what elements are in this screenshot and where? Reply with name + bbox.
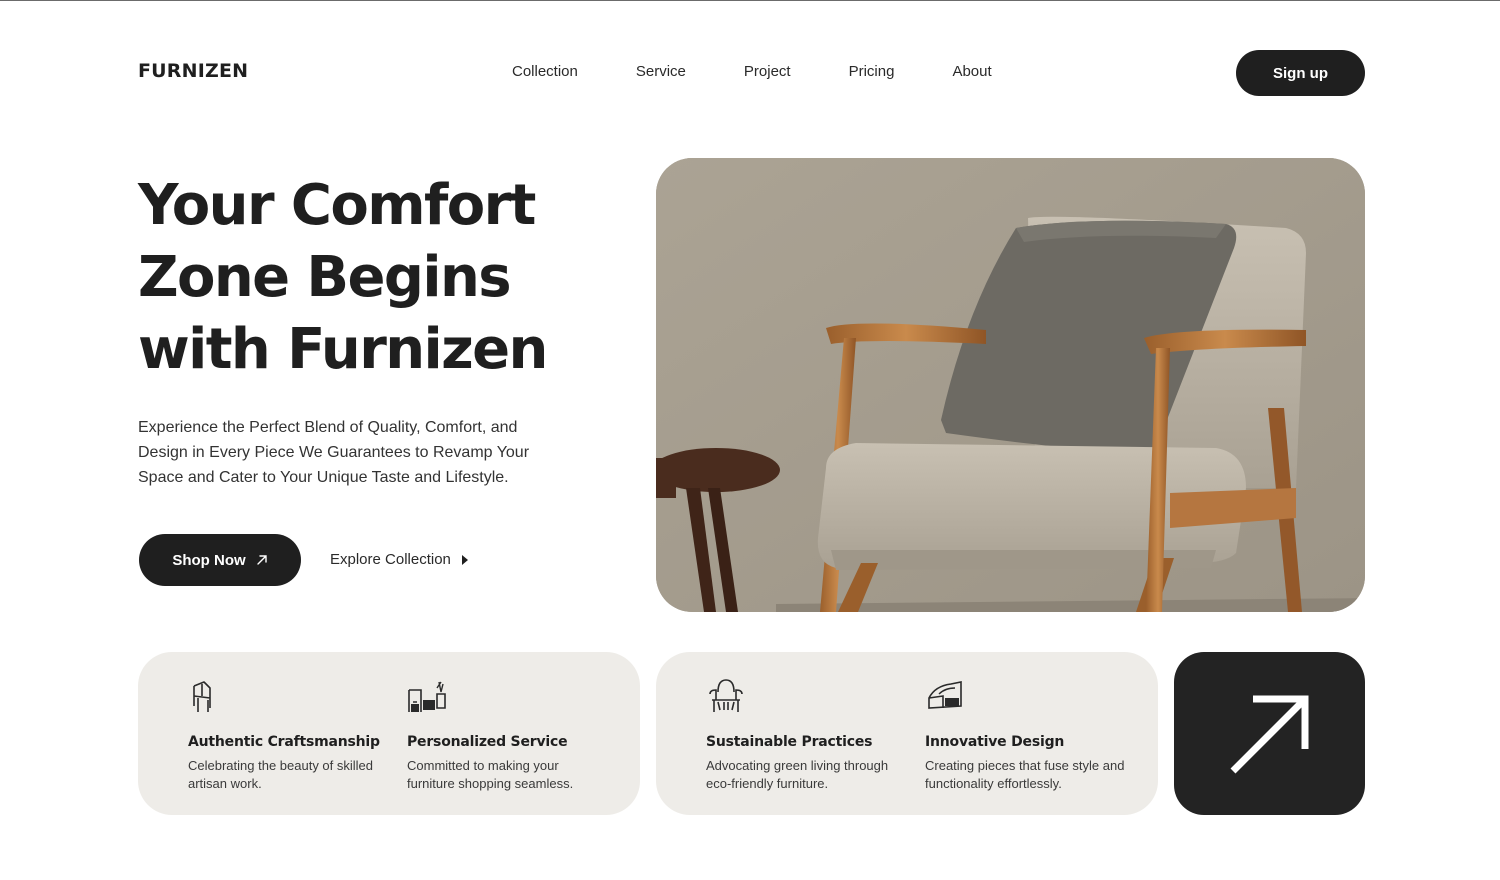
feature-description: Advocating green living through eco-frie… — [706, 758, 889, 791]
feature-description: Committed to making your furniture shopp… — [407, 758, 574, 791]
sofa-icon — [928, 681, 962, 709]
explore-collection-link[interactable]: Explore Collection — [330, 551, 469, 568]
nav-item-service[interactable]: Service — [636, 63, 686, 80]
nav-menu: Collection Service Project Pricing About — [512, 63, 992, 80]
nav-item-project[interactable]: Project — [744, 63, 791, 80]
chair-icon — [193, 681, 211, 712]
feature-description: Celebrating the beauty of skilled artisa… — [188, 758, 374, 791]
feature-title: Sustainable Practices — [706, 734, 873, 750]
shop-now-button[interactable]: Shop Now — [139, 534, 301, 586]
arrow-up-right-icon — [256, 555, 267, 565]
shop-now-label: Shop Now — [172, 551, 246, 569]
feature-title: Personalized Service — [407, 734, 568, 750]
feature-card: Sustainable Practices Advocating green l… — [656, 652, 1158, 815]
nav-item-collection[interactable]: Collection — [512, 63, 578, 80]
feature-title: Innovative Design — [925, 734, 1065, 750]
top-border — [0, 0, 1500, 1]
navbar: FURNIZEN Collection Service Project Pric… — [138, 50, 1365, 96]
feature-title: Authentic Craftsmanship — [188, 734, 380, 750]
hero-title-line: with Furnizen — [138, 317, 548, 382]
explore-collection-label: Explore Collection — [330, 551, 451, 568]
hero-title-line: Your Comfort — [138, 173, 536, 238]
hero-description: Experience the Perfect Blend of Quality,… — [138, 419, 530, 486]
arrow-up-right-icon — [1230, 695, 1308, 773]
armchair-icon — [709, 679, 743, 712]
brand-logo[interactable]: FURNIZEN — [138, 60, 248, 82]
hero-chair-image — [656, 158, 1365, 612]
arrow-tile-button[interactable] — [1174, 652, 1365, 815]
play-triangle-icon — [461, 554, 468, 565]
nav-item-about[interactable]: About — [952, 63, 991, 80]
hero-title-line: Zone Begins — [138, 245, 512, 310]
feature-description: Creating pieces that fuse style and func… — [925, 758, 1125, 791]
hero-title: Your Comfort Zone Begins with Furnizen — [138, 170, 618, 386]
feature-card: Authentic Craftsmanship Celebrating the … — [138, 652, 640, 815]
signup-button[interactable]: Sign up — [1236, 50, 1365, 96]
nav-item-pricing[interactable]: Pricing — [849, 63, 895, 80]
furniture-set-icon — [408, 681, 446, 712]
